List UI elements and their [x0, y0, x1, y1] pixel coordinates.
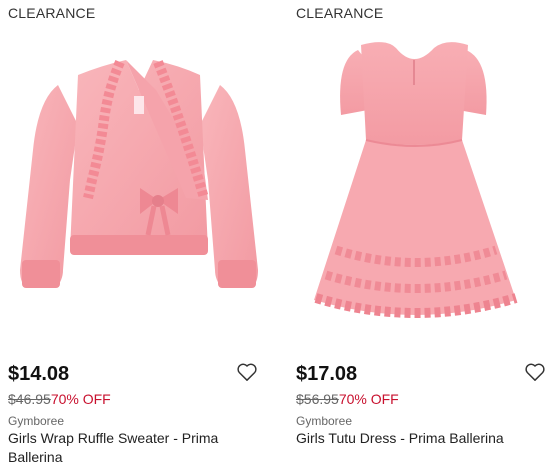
dress-illustration [314, 42, 518, 318]
sweater-illustration [20, 60, 258, 288]
price-line: $46.9570% OFF [8, 390, 111, 408]
product-card[interactable]: CLEARANCE $17.08 $56.9570% OFF Gymboree … [296, 0, 546, 446]
original-price: $56.95 [296, 391, 339, 407]
price-line: $56.9570% OFF [296, 390, 399, 408]
product-title-link[interactable]: Girls Wrap Ruffle Sweater - Prima Baller… [8, 429, 243, 467]
sale-price: $17.08 [296, 363, 358, 385]
product-title-link[interactable]: Girls Tutu Dress - Prima Ballerina [296, 429, 541, 448]
clearance-badge: CLEARANCE [8, 5, 96, 21]
brand-name: Gymboree [8, 414, 65, 428]
original-price: $46.95 [8, 391, 51, 407]
product-image-sweater[interactable] [8, 30, 270, 340]
heart-outline-icon[interactable] [524, 362, 546, 384]
brand-name: Gymboree [296, 414, 353, 428]
heart-outline-icon[interactable] [236, 362, 258, 384]
product-image-dress[interactable] [296, 30, 546, 340]
clearance-badge: CLEARANCE [296, 5, 384, 21]
discount-label: 70% OFF [338, 391, 399, 407]
discount-label: 70% OFF [50, 391, 111, 407]
product-card[interactable]: CLEARANCE $14.08 $46.9570% OFF Gymboree … [8, 0, 270, 465]
sale-price: $14.08 [8, 363, 70, 385]
